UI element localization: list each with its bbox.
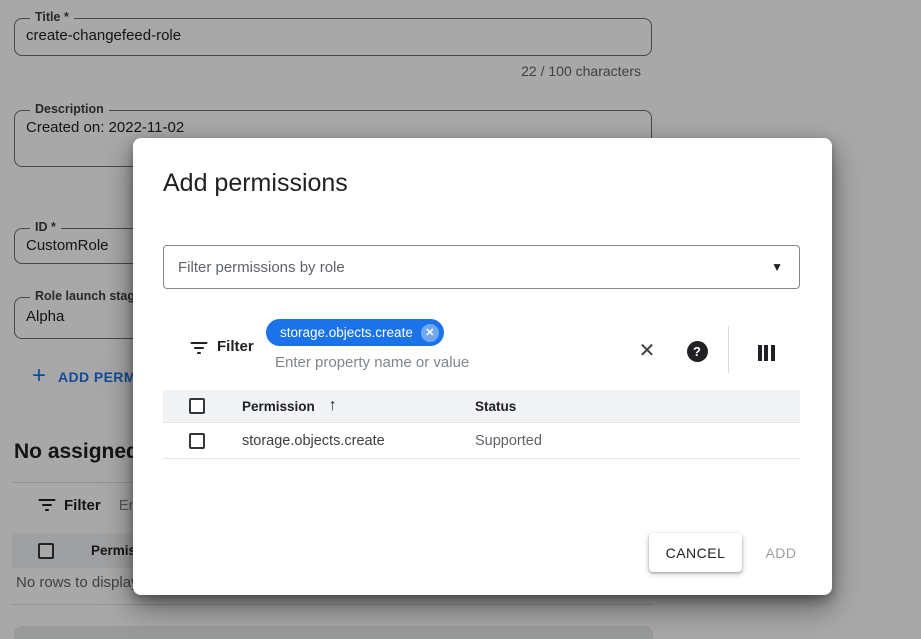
add-button[interactable]: ADD — [746, 533, 816, 572]
divider — [728, 326, 729, 373]
cancel-button[interactable]: CANCEL — [649, 533, 742, 572]
help-icon[interactable]: ? — [685, 339, 709, 363]
role-filter-dropdown[interactable]: Filter permissions by role ▼ — [163, 245, 800, 289]
status-column-header: Status — [475, 399, 516, 414]
add-permissions-dialog: Add permissions Filter permissions by ro… — [133, 138, 832, 595]
select-all-checkbox[interactable] — [189, 398, 205, 414]
permission-cell: storage.objects.create — [242, 433, 385, 449]
status-cell: Supported — [475, 433, 542, 449]
chevron-down-icon: ▼ — [771, 260, 783, 274]
row-checkbox[interactable] — [189, 433, 205, 449]
filter-chip-label: storage.objects.create — [280, 325, 413, 340]
permission-column-header: Permission — [242, 399, 315, 414]
filter-icon — [190, 342, 207, 355]
role-filter-dropdown-placeholder: Filter permissions by role — [178, 259, 771, 276]
clear-filters-icon[interactable]: ✕ — [635, 338, 659, 362]
table-row[interactable]: storage.objects.create Supported — [163, 424, 800, 459]
dialog-table-header: Permission ↑ Status — [163, 390, 800, 423]
column-display-options-icon[interactable] — [754, 341, 778, 365]
chip-remove-icon[interactable]: ✕ — [421, 324, 439, 342]
dialog-title: Add permissions — [163, 169, 348, 198]
dialog-filter-input[interactable] — [275, 354, 605, 371]
sort-ascending-icon[interactable]: ↑ — [329, 397, 337, 415]
filter-label: Filter — [217, 338, 254, 355]
filter-chip[interactable]: storage.objects.create ✕ — [266, 319, 444, 346]
screen: Title * create-changefeed-role 22 / 100 … — [0, 0, 921, 639]
